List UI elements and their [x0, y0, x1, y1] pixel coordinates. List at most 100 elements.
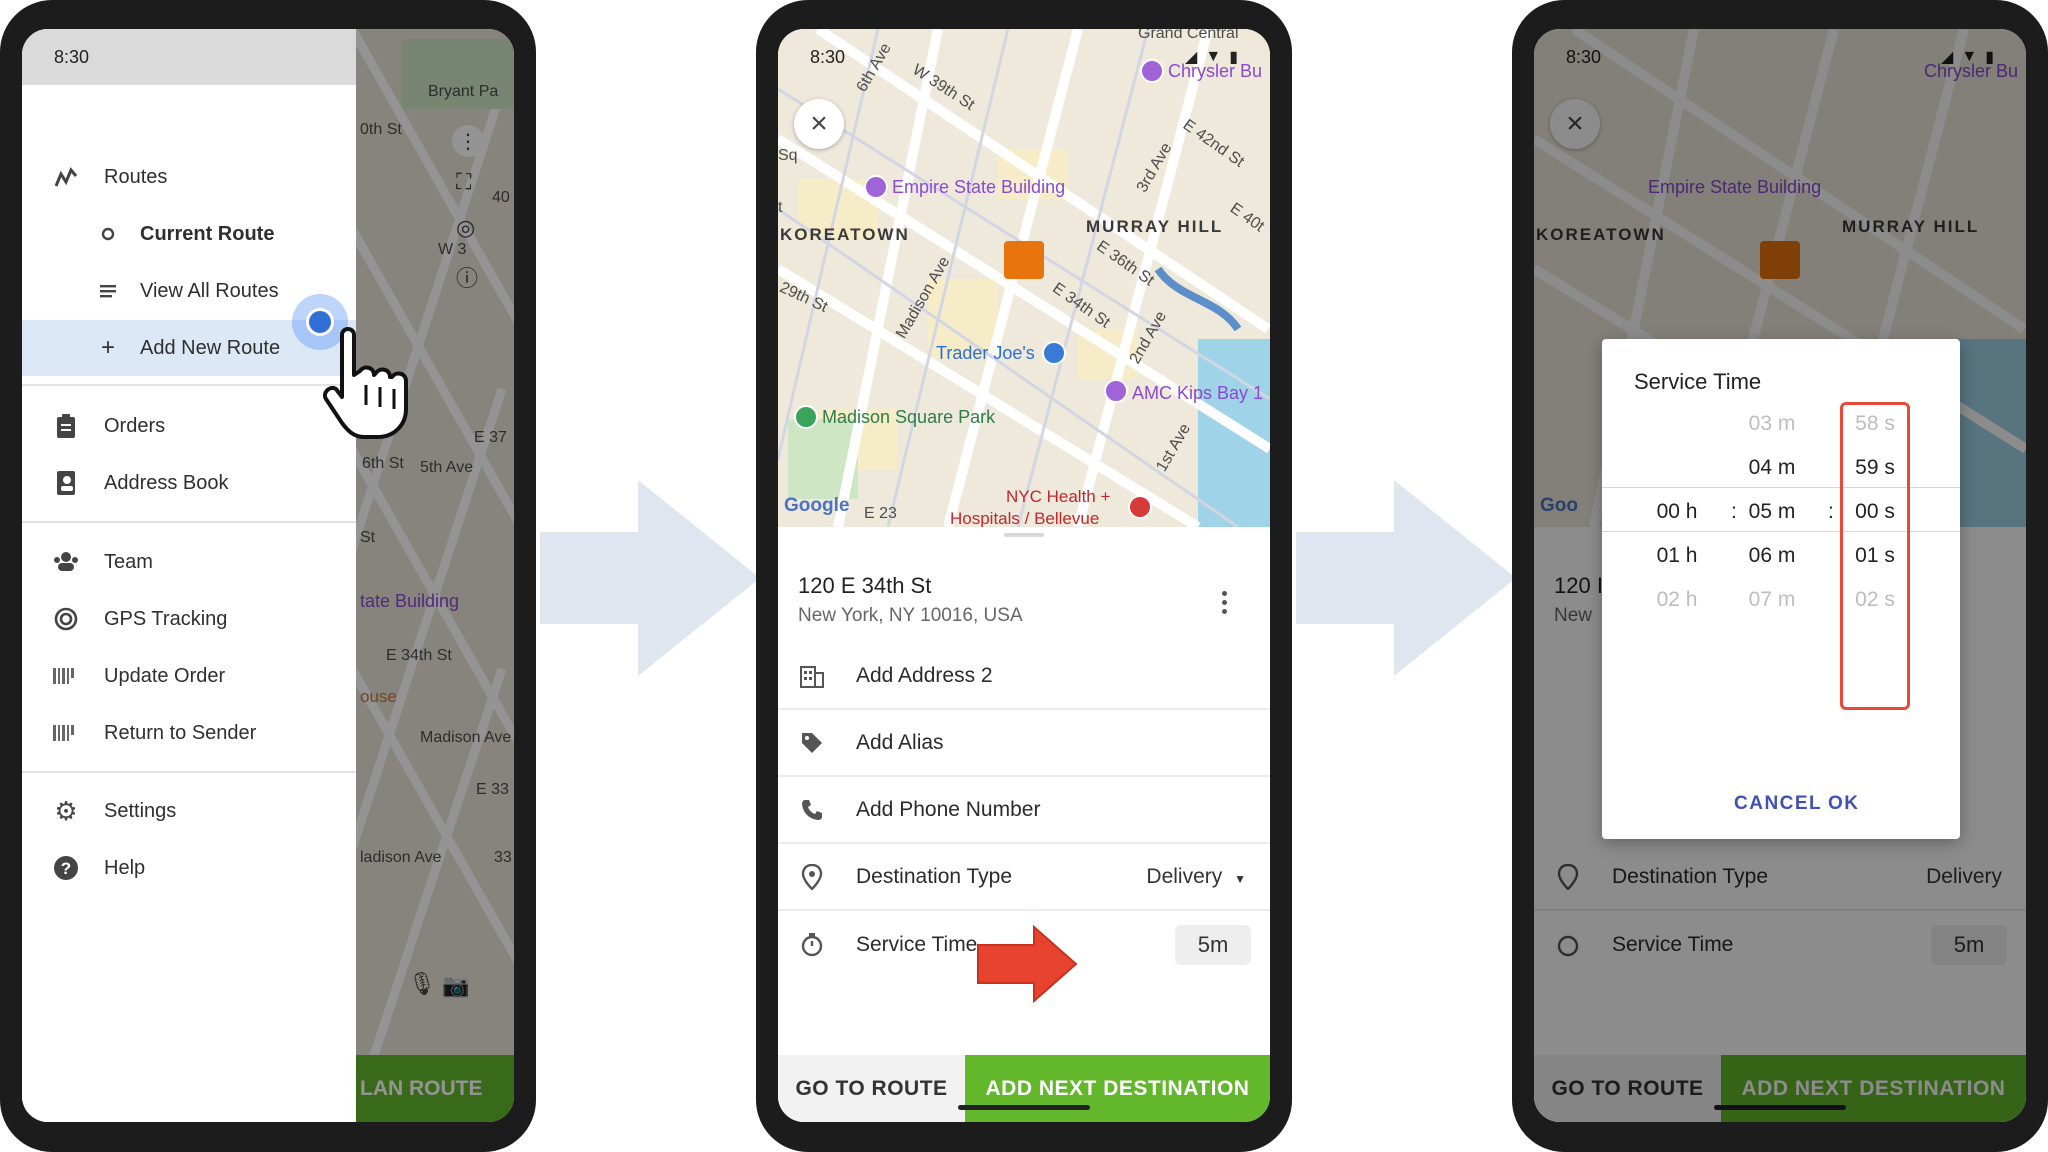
map-label: MURRAY HILL: [1086, 217, 1224, 236]
menu-address-book[interactable]: Address Book: [22, 455, 356, 511]
map-label: Trader Joe's: [936, 343, 1035, 363]
menu-label: Routes: [104, 165, 168, 188]
menu-settings[interactable]: ⚙ Settings: [22, 783, 356, 839]
phone-screen-destination: Grand Central Chrysler Bu 6th Ave W 39th…: [778, 29, 1270, 1122]
signal-icon: ◢: [1185, 49, 1198, 66]
destination-type-dropdown[interactable]: Delivery ▼: [1146, 865, 1246, 889]
step-arrow: [1296, 480, 1516, 681]
menu-label: Add New Route: [140, 336, 281, 359]
cancel-button[interactable]: CANCEL: [1734, 793, 1822, 815]
address-title: 120 E 34th St: [798, 573, 932, 598]
seconds-column-highlight: [1840, 402, 1910, 710]
status-icons: ◢ ▼ ▮: [1185, 47, 1238, 67]
home-indicator: [958, 1105, 1090, 1110]
map-label: KOREATOWN: [780, 225, 910, 244]
add-alias-row[interactable]: Add Alias: [778, 710, 1270, 777]
hour-option[interactable]: 01 h: [1642, 544, 1712, 568]
phone-frame-destination: Grand Central Chrysler Bu 6th Ave W 39th…: [756, 0, 1292, 1152]
map-label: E 23: [864, 505, 897, 522]
menu-label: Current Route: [140, 222, 275, 245]
row-label: Add Phone Number: [856, 797, 1041, 821]
menu-label: GPS Tracking: [104, 607, 228, 630]
caret-down-icon: ▼: [1234, 871, 1246, 886]
menu-label: Settings: [104, 799, 177, 822]
menu-team[interactable]: Team: [22, 534, 356, 590]
menu-label: Orders: [104, 414, 166, 437]
phone-frame-service-time: Chrysler Bu Empire State Building KOREAT…: [1512, 0, 2048, 1152]
map-label: Sq: [778, 147, 798, 164]
sheet-handle[interactable]: [1004, 533, 1044, 537]
menu-label: Team: [104, 550, 153, 573]
menu-divider: [22, 521, 356, 523]
more-options-icon[interactable]: [1212, 587, 1236, 617]
poi-marker: [1042, 341, 1066, 365]
row-label: Add Alias: [856, 730, 944, 754]
address-book-icon: [52, 469, 80, 497]
barcode-icon: [52, 719, 80, 747]
building-icon: [798, 662, 826, 690]
menu-divider: [22, 384, 356, 386]
add-address2-row[interactable]: Add Address 2: [778, 643, 1270, 710]
time-separator: :: [1828, 500, 1834, 523]
destination-pin[interactable]: [1004, 241, 1044, 279]
status-bar: 8:30 ◢ ▼ ▮: [778, 29, 1270, 85]
routes-icon: [52, 163, 80, 191]
step-arrow: [540, 480, 760, 681]
menu-label: View All Routes: [140, 279, 279, 302]
add-phone-row[interactable]: Add Phone Number: [778, 777, 1270, 844]
menu-help[interactable]: ? Help: [22, 840, 356, 896]
dialog-title: Service Time: [1634, 369, 1762, 394]
team-icon: [52, 548, 80, 576]
gear-icon: ⚙: [54, 795, 78, 826]
phone-frame-menu: Bryant Pa 0th St W 3 40 E 37 6th St 5th …: [0, 0, 536, 1152]
hour-selected[interactable]: 00 h: [1642, 500, 1712, 524]
wifi-icon: ▼: [1205, 48, 1222, 65]
poi-marker: [1104, 379, 1128, 403]
callout-arrow: [976, 924, 1080, 1008]
hand-pointer-icon: [320, 325, 420, 450]
address-subtitle: New York, NY 10016, USA: [798, 605, 1023, 626]
service-time-chip[interactable]: 5m: [1175, 925, 1251, 965]
menu-gps-tracking[interactable]: GPS Tracking: [22, 591, 356, 647]
hospital-marker: [1128, 495, 1152, 519]
timer-icon: [798, 931, 826, 959]
gps-icon: [52, 605, 80, 633]
map-label: Madison Square Park: [822, 407, 996, 427]
menu-update-order[interactable]: Update Order: [22, 648, 356, 704]
menu-orders[interactable]: Orders: [22, 398, 356, 454]
phone-icon: [798, 796, 826, 824]
battery-icon: ▮: [1229, 49, 1238, 66]
menu-routes[interactable]: Routes: [22, 149, 356, 205]
svg-text:?: ?: [61, 859, 71, 878]
circle-icon: [98, 220, 118, 248]
minute-selected[interactable]: 05 m: [1737, 500, 1807, 524]
dropdown-value: Delivery: [1146, 864, 1223, 888]
menu-label: Update Order: [104, 664, 226, 687]
map-label: NYC Health +: [1006, 487, 1111, 506]
go-to-route-button[interactable]: GO TO ROUTE: [778, 1055, 965, 1122]
list-icon: [98, 277, 118, 305]
menu-label: Address Book: [104, 471, 229, 494]
ok-button[interactable]: OK: [1828, 793, 1860, 815]
navigation-drawer: 8:30 Routes Current Route View All Route…: [22, 29, 356, 1122]
time-separator: :: [1731, 500, 1737, 523]
tag-icon: [798, 729, 826, 757]
hour-option[interactable]: 02 h: [1642, 588, 1712, 612]
destination-sheet: 120 E 34th St New York, NY 10016, USA Ad…: [778, 527, 1270, 1122]
map-view[interactable]: Grand Central Chrysler Bu 6th Ave W 39th…: [778, 29, 1270, 527]
close-button[interactable]: ×: [794, 99, 844, 149]
drawer-scrim[interactable]: [356, 29, 514, 1122]
minute-option[interactable]: 06 m: [1737, 544, 1807, 568]
close-icon: ×: [810, 107, 828, 140]
menu-current-route[interactable]: Current Route: [22, 206, 356, 262]
minute-option[interactable]: 07 m: [1737, 588, 1807, 612]
help-icon: ?: [52, 854, 80, 882]
menu-return-to-sender[interactable]: Return to Sender: [22, 705, 356, 761]
destination-type-row[interactable]: Destination Type Delivery ▼: [778, 844, 1270, 911]
minute-option[interactable]: 03 m: [1737, 412, 1807, 436]
add-next-destination-button[interactable]: ADD NEXT DESTINATION: [965, 1055, 1270, 1122]
map-label: Hospitals / Bellevue: [950, 509, 1100, 527]
minute-option[interactable]: 04 m: [1737, 456, 1807, 480]
map-label: AMC Kips Bay 1: [1132, 383, 1264, 403]
service-time-dialog: Service Time 03 m 58 s 04 m 59 s 00 h : …: [1602, 339, 1960, 839]
